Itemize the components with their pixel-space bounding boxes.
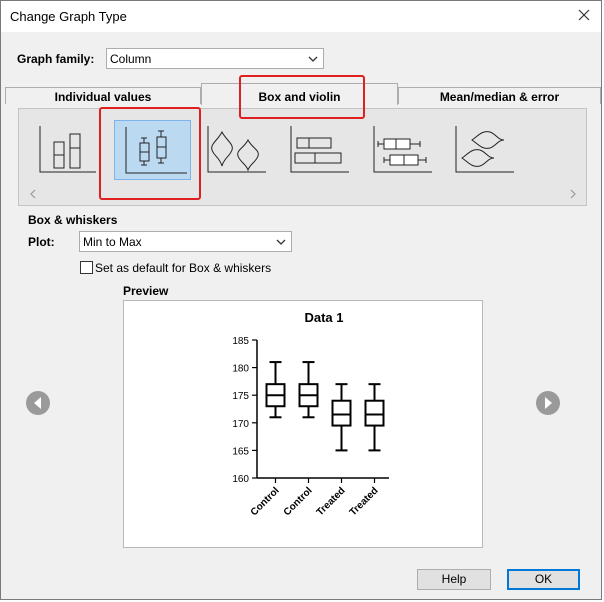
- tab-mean-median-error[interactable]: Mean/median & error: [398, 87, 601, 104]
- chevron-down-icon: [308, 56, 318, 62]
- y-tick-label: 180: [232, 364, 249, 375]
- horizontal-violin-icon[interactable]: [452, 120, 516, 180]
- horizontal-box-icon[interactable]: [287, 120, 351, 180]
- x-tick-label: Control: [282, 485, 315, 518]
- chart-title: Data 1: [304, 310, 343, 325]
- plot-value: Min to Max: [83, 235, 142, 249]
- dialog-title: Change Graph Type: [10, 9, 127, 24]
- preview-chart: Data 1 160165170175180185Control Control T…: [232, 310, 389, 518]
- box: [331, 399, 352, 427]
- graph-family-label: Graph family:: [17, 52, 95, 66]
- previous-arrow-button[interactable]: [26, 391, 50, 415]
- y-tick-label: 175: [232, 391, 249, 402]
- box: [364, 399, 385, 427]
- section-title: Box & whiskers: [28, 213, 118, 227]
- close-icon[interactable]: [575, 6, 593, 24]
- tab-highlight-annotation: [239, 75, 365, 119]
- y-tick-label: 160: [232, 474, 249, 485]
- icon-highlight-annotation: [99, 107, 201, 200]
- plot-label: Plot:: [28, 235, 55, 249]
- column-scatter-icon[interactable]: [34, 120, 98, 180]
- ok-button[interactable]: OK: [507, 569, 580, 590]
- next-arrow-button[interactable]: [536, 391, 560, 415]
- chevron-down-icon: [276, 239, 286, 245]
- help-button[interactable]: Help: [417, 569, 491, 590]
- y-tick-label: 170: [232, 419, 249, 430]
- arrow-left-icon: [34, 397, 41, 409]
- arrow-right-icon: [545, 397, 552, 409]
- x-tick-label: Treated: [348, 485, 381, 518]
- x-tick-label: Treated: [315, 485, 348, 518]
- y-tick-label: 185: [232, 336, 249, 347]
- tab-label: Mean/median & error: [439, 90, 560, 104]
- y-tick-label: 165: [232, 446, 249, 457]
- title-bar: Change Graph Type: [1, 1, 601, 32]
- violin-icon[interactable]: [204, 120, 268, 180]
- scroll-left-icon[interactable]: [29, 189, 37, 199]
- plot-select[interactable]: Min to Max: [79, 231, 292, 252]
- tab-label: Individual values: [54, 90, 152, 104]
- scroll-right-icon[interactable]: [569, 189, 577, 199]
- default-checkbox-label: Set as default for Box & whiskers: [95, 261, 272, 275]
- change-graph-type-dialog: Change Graph Type Graph family: Column I…: [0, 0, 602, 600]
- graph-family-value: Column: [110, 52, 152, 66]
- preview-label: Preview: [123, 284, 169, 298]
- preview-panel: Data 1 160 165 170 175 180 185 Control Control T…: [123, 300, 483, 548]
- tab-individual-values[interactable]: Individual values: [5, 87, 201, 104]
- x-tick-label: Control: [249, 485, 282, 518]
- default-checkbox[interactable]: [80, 261, 93, 274]
- graph-family-select[interactable]: Column: [106, 48, 324, 69]
- horizontal-box-whiskers-icon[interactable]: [370, 120, 434, 180]
